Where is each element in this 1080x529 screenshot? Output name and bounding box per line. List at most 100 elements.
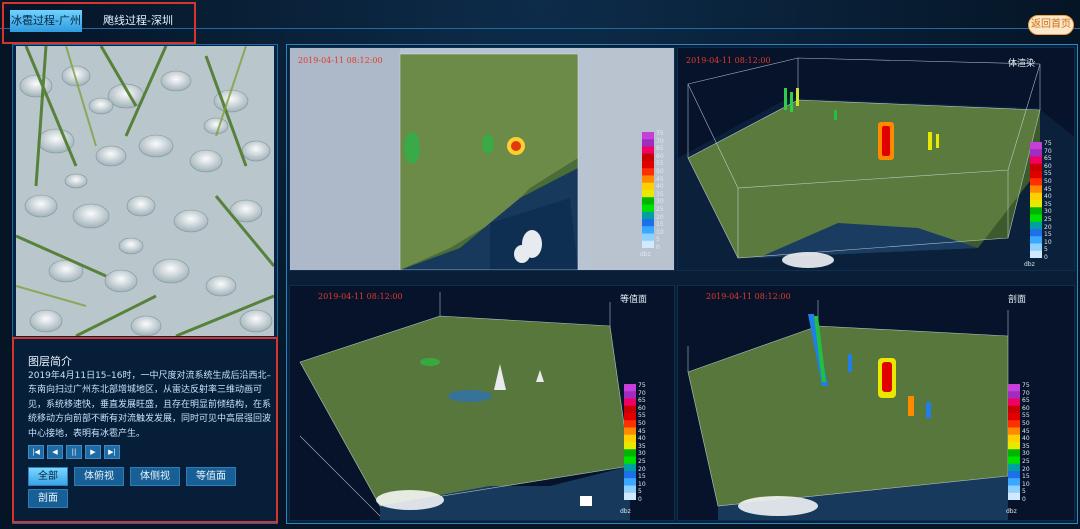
timestamp-topdown: 2019-04-11 08:12:00 [298, 56, 383, 65]
colorbar-swatch [642, 197, 654, 205]
colorbar-swatch [1030, 163, 1042, 172]
colorbar-swatch [624, 492, 636, 501]
colorbar-volume-unit: dbz [1024, 261, 1035, 268]
colorbar-tick-label: 45 [1022, 427, 1030, 435]
colorbar-swatch [642, 153, 654, 162]
colorbar-tick-label: 45 [1044, 185, 1052, 193]
colorbar-tick-label: 50 [656, 167, 664, 175]
colorbar-tick-label: 5 [1022, 488, 1026, 496]
colorbar-tick-label: 55 [1044, 170, 1052, 178]
colorbar-swatch [642, 132, 654, 140]
colorbar-swatch [1008, 463, 1020, 472]
colorbar-section-unit: dbz [1006, 508, 1017, 515]
top-bar: 冰雹过程-广州 飑线过程-深圳 返回首页 [0, 0, 1080, 44]
colorbar-section-swatches [1008, 384, 1020, 501]
colorbar-isosurface [624, 384, 636, 504]
hail-photo-image [16, 46, 274, 336]
caption-isosurface: 等值面 [620, 295, 648, 305]
colorbar-tick-label: 75 [1022, 382, 1030, 389]
colorbar-tick-label: 70 [1022, 389, 1030, 397]
colorbar-tick-label: 10 [638, 480, 646, 488]
timestamp-isosurface: 2019-04-11 08:12:00 [318, 292, 403, 301]
colorbar-swatch [624, 384, 636, 392]
colorbar-swatch [642, 233, 654, 242]
playback-controls: |◀ ◀ || ▶ ▶| [28, 445, 120, 459]
view-side-button[interactable]: 体侧视 [130, 467, 180, 486]
colorbar-tick-label: 45 [656, 175, 664, 183]
panel-isosurface[interactable]: 2019-04-11 08:12:00 等值面 75 70 65 60 55 50 45 40… [289, 285, 675, 521]
colorbar-tick-label: 30 [1044, 208, 1052, 216]
view-isosurface-button[interactable]: 等值面 [186, 467, 236, 486]
colorbar-swatch [624, 463, 636, 472]
view-all-button[interactable]: 全部 [28, 467, 68, 486]
colorbar-swatch [1008, 471, 1020, 479]
colorbar-tick-label: 40 [1044, 193, 1052, 201]
colorbar-swatch [1008, 413, 1020, 421]
colorbar-swatch [642, 182, 654, 191]
colorbar-tick-label: 20 [1044, 223, 1052, 231]
colorbar-swatch [1030, 200, 1042, 208]
panel-topdown[interactable]: 2019-04-11 08:12:00 75 70 65 60 55 50 45 40 35 30… [289, 47, 675, 271]
colorbar-tick-label: 30 [638, 450, 646, 458]
colorbar-swatch [1030, 185, 1042, 194]
isosurface-render [290, 286, 674, 520]
colorbar-swatch [642, 219, 654, 227]
colorbar-tick-label: 15 [1044, 231, 1052, 239]
colorbar-tick-label: 20 [656, 213, 664, 221]
colorbar-swatch [1030, 207, 1042, 215]
next-icon[interactable]: ▶ [85, 445, 101, 459]
colorbar-section [1008, 384, 1020, 504]
colorbar-tick-label: 5 [656, 236, 660, 244]
colorbar-tick-label: 25 [656, 205, 664, 213]
colorbar-tick-label: 35 [656, 190, 664, 198]
panel-volume[interactable]: 2019-04-11 08:12:00 体渲染 75 70 65 60 55 50 45 40… [677, 47, 1075, 271]
colorbar-swatch [642, 161, 654, 169]
timestamp-section: 2019-04-11 08:12:00 [706, 292, 791, 301]
colorbar-tick-label: 50 [1022, 419, 1030, 427]
caption-section: 剖面 [1008, 295, 1027, 305]
colorbar-tick-label: 40 [1022, 435, 1030, 443]
caption-volume: 体渲染 [1008, 59, 1036, 69]
colorbar-tick-label: 55 [656, 160, 664, 168]
colorbar-swatch [624, 456, 636, 465]
tab-hail-guangzhou[interactable]: 冰雹过程-广州 [10, 10, 82, 32]
colorbar-tick-label: 60 [1044, 162, 1052, 170]
colorbar-tick-label: 65 [1044, 155, 1052, 163]
colorbar-swatch [1030, 236, 1042, 244]
colorbar-tick-label: 20 [1022, 465, 1030, 473]
first-icon[interactable]: |◀ [28, 445, 44, 459]
prev-icon[interactable]: ◀ [47, 445, 63, 459]
colorbar-tick-label: 65 [656, 145, 664, 153]
view-top-button[interactable]: 体俯视 [74, 467, 124, 486]
colorbar-swatch [624, 413, 636, 421]
colorbar-topdown [642, 132, 654, 252]
colorbar-tick-label: 10 [656, 228, 664, 236]
radar-view-grid: 2019-04-11 08:12:00 75 70 65 60 55 50 45 40 35 30… [286, 44, 1078, 524]
colorbar-tick-label: 10 [1022, 480, 1030, 488]
colorbar-swatch [642, 211, 654, 220]
colorbar-swatch [1008, 492, 1020, 501]
panel-section[interactable]: 2019-04-11 08:12:00 剖面 75 70 65 60 55 50 45 40 3… [677, 285, 1075, 521]
colorbar-tick-label: 25 [1022, 457, 1030, 465]
colorbar-swatch [624, 434, 636, 443]
colorbar-topdown-ticks: 75 70 65 60 55 50 45 40 35 30 25 20 15 10 5 0 [656, 130, 664, 252]
home-button[interactable]: 返回首页 [1028, 15, 1074, 35]
colorbar-tick-label: 60 [638, 404, 646, 412]
tab-squall-shenzhen[interactable]: 飑线过程-深圳 [88, 10, 188, 32]
colorbar-swatch [1030, 149, 1042, 157]
colorbar-swatch [1008, 442, 1020, 450]
colorbar-tick-label: 70 [656, 137, 664, 145]
colorbar-swatch [1008, 427, 1020, 436]
view-section-button[interactable]: 剖面 [28, 489, 68, 508]
pause-icon[interactable]: || [66, 445, 82, 459]
colorbar-swatch [642, 139, 654, 147]
colorbar-tick-label: 25 [638, 457, 646, 465]
colorbar-swatch [642, 204, 654, 213]
colorbar-tick-label: 75 [1044, 140, 1052, 147]
colorbar-swatch [624, 471, 636, 479]
colorbar-volume-swatches [1030, 142, 1042, 259]
colorbar-swatch [624, 478, 636, 486]
colorbar-swatch [1008, 456, 1020, 465]
colorbar-tick-label: 15 [638, 473, 646, 481]
last-icon[interactable]: ▶| [104, 445, 120, 459]
